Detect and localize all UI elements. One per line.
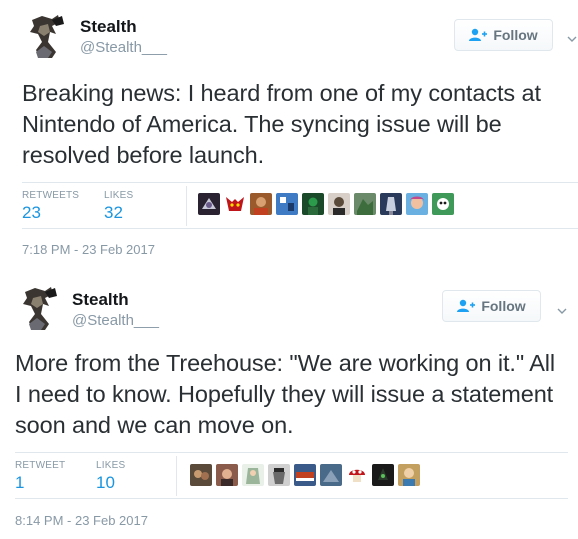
chevron-down-icon[interactable] <box>557 302 567 320</box>
avatar[interactable] <box>15 284 63 332</box>
avatar[interactable] <box>22 12 70 60</box>
divider <box>22 182 578 183</box>
user-handle[interactable]: @Stealth___ <box>80 39 167 56</box>
liker-avatar[interactable] <box>354 193 376 215</box>
retweets-label: RETWEET <box>15 460 66 471</box>
liker-avatar[interactable] <box>276 193 298 215</box>
retweets-label: RETWEETS <box>22 190 80 201</box>
stats-separator <box>176 456 177 496</box>
add-person-icon <box>457 299 476 313</box>
add-person-icon <box>469 28 488 42</box>
tweet-text: More from the Treehouse: "We are working… <box>15 350 556 438</box>
divider <box>15 452 568 453</box>
likes-label: LIKES <box>104 190 134 201</box>
timestamp[interactable]: 8:14 PM - 23 Feb 2017 <box>15 513 148 528</box>
liker-avatar[interactable] <box>198 193 220 215</box>
follow-button[interactable]: Follow <box>442 290 541 322</box>
divider <box>22 228 578 229</box>
liker-avatar[interactable] <box>432 193 454 215</box>
liker-avatar[interactable] <box>268 464 290 486</box>
tweet-1: Stealth @Stealth___ Follow Breaking news… <box>0 0 578 268</box>
divider <box>15 498 568 499</box>
likes-count[interactable]: 10 <box>96 473 115 493</box>
display-name[interactable]: Stealth <box>80 17 137 37</box>
tweet-2: Stealth @Stealth___ Follow More from the… <box>0 272 578 539</box>
liker-avatar[interactable] <box>294 464 316 486</box>
likes-count[interactable]: 32 <box>104 203 123 223</box>
follow-label: Follow <box>481 298 526 314</box>
liker-avatar[interactable] <box>242 464 264 486</box>
liker-avatar[interactable] <box>320 464 342 486</box>
liker-avatar[interactable] <box>224 193 246 215</box>
liker-avatar[interactable] <box>398 464 420 486</box>
follow-label: Follow <box>493 27 538 43</box>
liker-avatar[interactable] <box>328 193 350 215</box>
timestamp[interactable]: 7:18 PM - 23 Feb 2017 <box>22 242 155 257</box>
follow-button[interactable]: Follow <box>454 19 553 51</box>
liker-avatar[interactable] <box>380 193 402 215</box>
likes-label: LIKES <box>96 460 126 471</box>
chevron-down-icon[interactable] <box>567 30 577 48</box>
liker-avatar[interactable] <box>406 193 428 215</box>
liker-avatar[interactable] <box>250 193 272 215</box>
user-handle[interactable]: @Stealth___ <box>72 312 159 329</box>
liker-avatars <box>198 193 454 215</box>
stats-separator <box>186 186 187 226</box>
liker-avatar[interactable] <box>372 464 394 486</box>
liker-avatar[interactable] <box>346 464 368 486</box>
liker-avatar[interactable] <box>216 464 238 486</box>
retweets-count[interactable]: 1 <box>15 473 24 493</box>
display-name[interactable]: Stealth <box>72 290 129 310</box>
tweet-text: Breaking news: I heard from one of my co… <box>22 80 541 168</box>
liker-avatar[interactable] <box>190 464 212 486</box>
liker-avatar[interactable] <box>302 193 324 215</box>
liker-avatars <box>190 464 420 486</box>
retweets-count[interactable]: 23 <box>22 203 41 223</box>
